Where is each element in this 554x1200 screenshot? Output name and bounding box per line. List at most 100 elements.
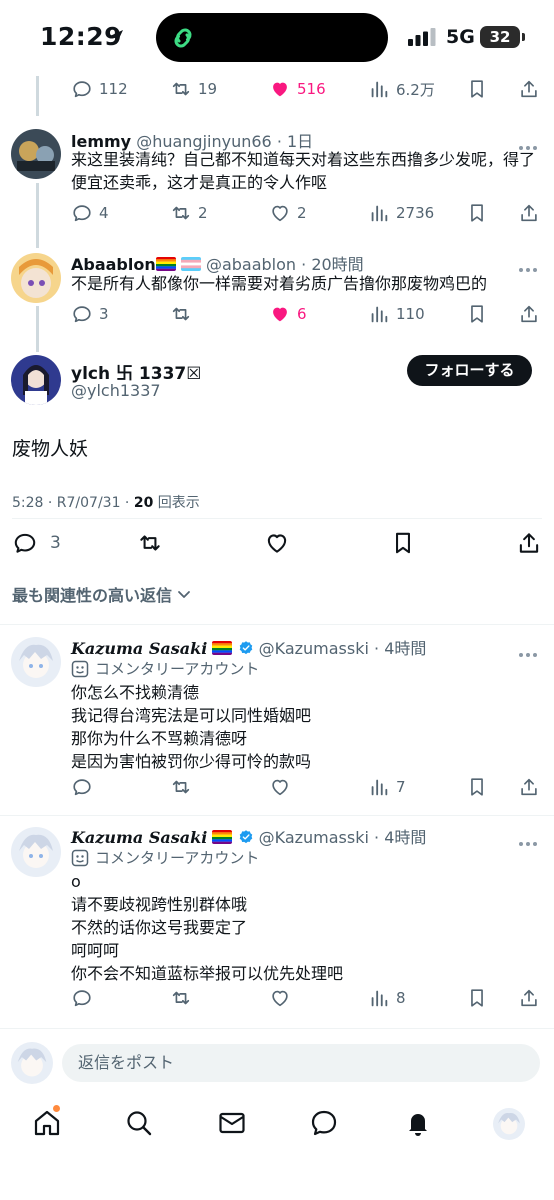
- main-post-avatar[interactable]: [11, 355, 61, 405]
- more-options-icon[interactable]: [519, 257, 541, 272]
- divider: [0, 1028, 554, 1029]
- views-button[interactable]: 2736: [368, 198, 434, 228]
- post-timestamp[interactable]: 5:28 · R7/07/31 ·: [12, 495, 134, 511]
- like-button[interactable]: [269, 983, 291, 1013]
- avatar[interactable]: [11, 129, 61, 179]
- bookmark-button[interactable]: [466, 299, 488, 329]
- commentary-account-label: コメンタリーアカウント: [71, 658, 259, 679]
- trans-flag-icon: [181, 257, 201, 271]
- like-button[interactable]: 2: [269, 198, 307, 228]
- user-handle[interactable]: @Kazumasski: [259, 828, 369, 847]
- tweet-time[interactable]: 4時間: [384, 639, 426, 658]
- user-handle[interactable]: @Kazumasski: [259, 639, 369, 658]
- display-name[interactable]: Kazuma Sasaki: [71, 828, 207, 847]
- reply-icon: [71, 202, 93, 224]
- mail-icon[interactable]: [217, 1108, 247, 1138]
- signal-icon: [408, 28, 436, 46]
- view-count: 7: [396, 778, 406, 796]
- like-button[interactable]: 516: [269, 74, 326, 104]
- view-count: 8: [396, 989, 406, 1007]
- retweet-button[interactable]: 2: [170, 198, 208, 228]
- share-button[interactable]: [518, 198, 540, 228]
- share-button[interactable]: [518, 74, 540, 104]
- main-post-meta: 5:28 · R7/07/31 · 20 回表示: [12, 492, 200, 512]
- reply-icon: [71, 303, 93, 325]
- location-arrow-icon: [109, 30, 123, 44]
- reply-sort-label: 最も関連性の高い返信: [12, 586, 173, 605]
- bookmark-button[interactable]: [466, 983, 488, 1013]
- profile-tab-avatar[interactable]: [493, 1108, 525, 1140]
- retweet-icon: [170, 78, 192, 100]
- reply-input[interactable]: 返信をポスト: [62, 1044, 540, 1082]
- reply-button[interactable]: 3: [12, 528, 61, 558]
- views-label: 回表示: [157, 495, 200, 511]
- tweet-time[interactable]: 4時間: [384, 828, 426, 847]
- heart-filled-icon: [269, 303, 291, 325]
- main-post-actions: 3: [0, 528, 554, 558]
- share-button[interactable]: [518, 983, 540, 1013]
- tweet-text: 来这里装清纯？自己都不知道每天对着这些东西撸多少发呢，得了 便宜还卖乖，这才是真…: [71, 150, 536, 192]
- verified-badge-icon: [238, 829, 254, 845]
- views-button[interactable]: 6.2万: [368, 74, 435, 104]
- reply-tweet[interactable]: Kazuma Sasaki @Kazumasski · 4時間 コメンタリーアカ…: [0, 625, 554, 815]
- share-icon: [518, 78, 540, 100]
- retweet-button[interactable]: [137, 528, 163, 558]
- bookmark-icon: [466, 202, 488, 224]
- bookmark-button[interactable]: [466, 772, 488, 802]
- tweet-text: 不是所有人都像你一样需要对着劣质广告撸你那废物鸡巴的: [71, 274, 488, 293]
- reply-button[interactable]: 112: [71, 74, 128, 104]
- retweet-button[interactable]: [170, 299, 192, 329]
- reply-tweet[interactable]: Abaablon @abaablon · 20時間 不是所有人都像你一样需要对着…: [0, 240, 554, 340]
- avatar[interactable]: [11, 637, 61, 687]
- more-options-icon[interactable]: [519, 642, 541, 657]
- views-button[interactable]: 8: [368, 983, 406, 1013]
- retweet-button[interactable]: [170, 772, 192, 802]
- display-name[interactable]: Kazuma Sasaki: [71, 639, 207, 658]
- retweet-button[interactable]: 19: [170, 74, 217, 104]
- reply-button[interactable]: 3: [71, 299, 109, 329]
- avatar[interactable]: [11, 827, 61, 877]
- theater-masks-icon: [71, 849, 89, 866]
- bookmark-button[interactable]: [466, 198, 488, 228]
- grok-icon[interactable]: [309, 1108, 339, 1138]
- commentary-text: コメンタリーアカウント: [95, 849, 260, 867]
- link-icon: [174, 28, 192, 48]
- bookmark-icon: [390, 530, 416, 556]
- reply-button[interactable]: [71, 983, 93, 1013]
- search-icon[interactable]: [124, 1108, 154, 1138]
- verified-badge-icon: [238, 640, 254, 656]
- follow-button[interactable]: フォローする: [407, 355, 532, 386]
- bookmark-button[interactable]: [466, 74, 488, 104]
- chevron-down-icon: [178, 591, 190, 598]
- share-button[interactable]: [516, 528, 542, 558]
- avatar[interactable]: [11, 253, 61, 303]
- views-button[interactable]: 110: [368, 299, 425, 329]
- my-avatar[interactable]: [11, 1042, 53, 1084]
- share-button[interactable]: [518, 772, 540, 802]
- bell-icon[interactable]: [403, 1108, 433, 1138]
- like-button[interactable]: 6: [269, 299, 307, 329]
- reply-button[interactable]: [71, 772, 93, 802]
- pride-flag-icon: [212, 830, 232, 844]
- more-options-icon[interactable]: [519, 135, 541, 150]
- user-handle[interactable]: @ylch1337: [71, 381, 161, 400]
- bookmark-button[interactable]: [390, 528, 416, 558]
- status-bar: 12:29 5G 32: [0, 0, 554, 76]
- reply-icon: [71, 987, 93, 1009]
- separator: ·: [368, 639, 385, 658]
- reply-tweet[interactable]: lemmy @huangjinyun66 · 1日 来这里装清纯？自己都不知道每…: [0, 118, 554, 228]
- reply-count: 4: [99, 204, 109, 222]
- more-options-icon[interactable]: [519, 831, 541, 846]
- pride-flag-icon: [156, 257, 176, 271]
- reply-tweet[interactable]: Kazuma Sasaki @Kazumasski · 4時間 コメンタリーアカ…: [0, 815, 554, 1025]
- tweet-header: Kazuma Sasaki @Kazumasski · 4時間: [71, 635, 426, 659]
- reply-sort-dropdown[interactable]: 最も関連性の高い返信: [12, 582, 192, 606]
- like-button[interactable]: [269, 772, 291, 802]
- reply-button[interactable]: 4: [71, 198, 109, 228]
- retweet-button[interactable]: [170, 983, 192, 1013]
- like-button[interactable]: [264, 528, 290, 558]
- home-icon[interactable]: [32, 1108, 62, 1138]
- view-count: 2736: [396, 204, 435, 222]
- views-button[interactable]: 7: [368, 772, 406, 802]
- share-button[interactable]: [518, 299, 540, 329]
